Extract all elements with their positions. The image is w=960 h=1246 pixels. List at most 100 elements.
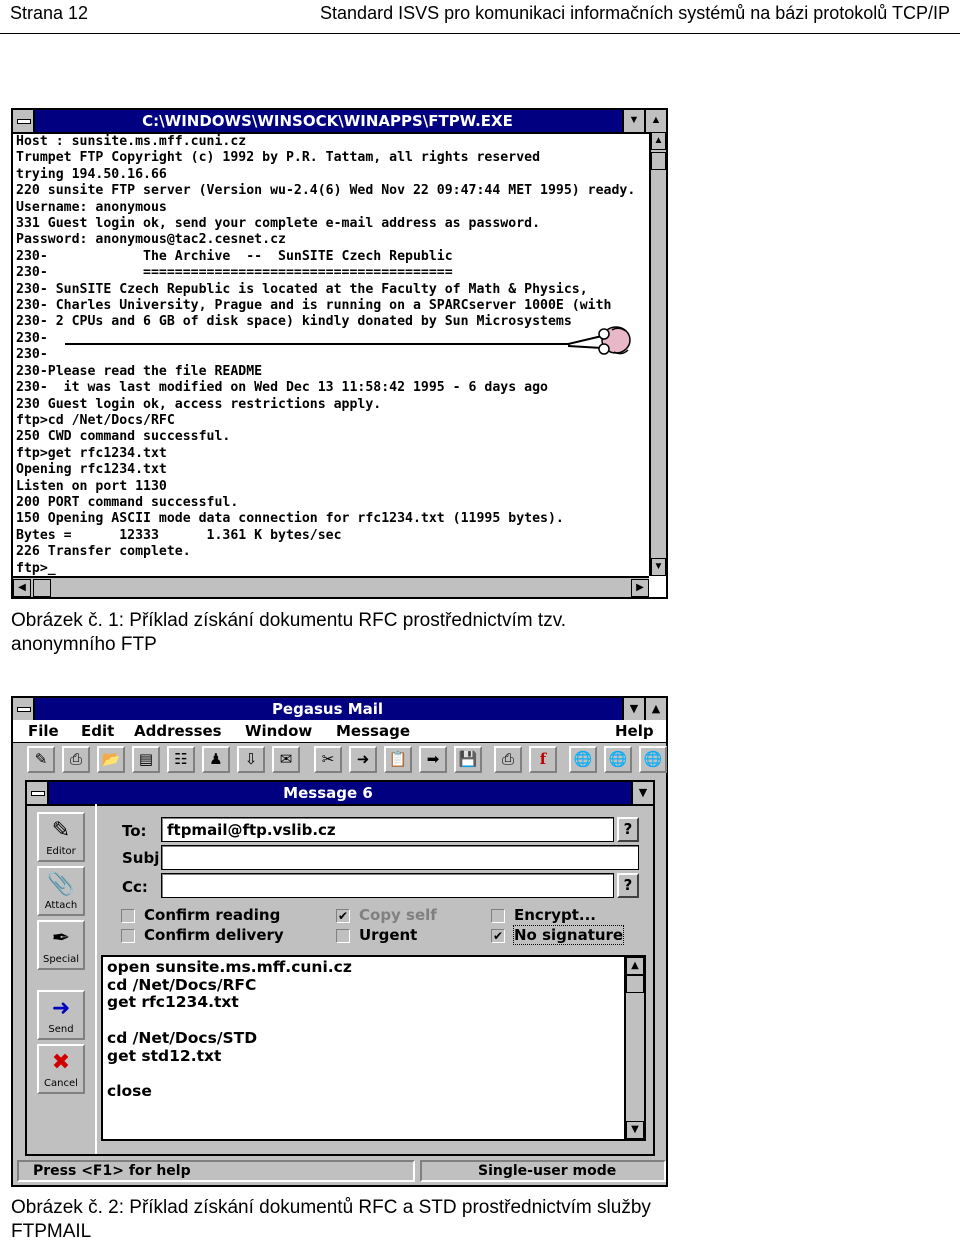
scroll-down-icon[interactable]: ▼	[651, 558, 666, 576]
console-line: 230- Charles University, Prague and is r…	[16, 298, 612, 314]
console-line: 200 PORT command successful.	[16, 494, 239, 510]
cancel-button[interactable]: ✖ Cancel	[37, 1044, 85, 1094]
minimize-button[interactable]: ▼	[622, 110, 644, 132]
console-line: Trumpet FTP Copyright (c) 1992 by P.R. T…	[16, 150, 541, 166]
notepad-icon[interactable]: ☷	[167, 746, 195, 773]
editor-label: Editor	[46, 846, 76, 857]
no-signature-checkbox[interactable]: ✔	[491, 929, 505, 943]
ftp-console-output[interactable]: Host : sunsite.ms.mff.cuni.cz Trumpet FTP…	[16, 134, 648, 578]
system-menu-icon[interactable]	[27, 782, 49, 804]
confirm-reading-checkbox[interactable]	[121, 909, 135, 923]
console-line: 230- it was last modified on Wed Dec 13 …	[16, 380, 548, 396]
to-field[interactable]: ftpmail@ftp.vslib.cz	[161, 817, 614, 842]
save-icon[interactable]: 💾	[454, 746, 482, 773]
menu-addresses[interactable]: Addresses	[134, 722, 222, 740]
page-number: Strana 12	[10, 3, 89, 23]
console-line: 230 Guest login ok, access restrictions …	[16, 396, 382, 412]
message-body-line	[107, 1012, 352, 1030]
scissors-icon	[65, 343, 570, 345]
special-button[interactable]: ✒ Special	[37, 920, 85, 970]
maximize-button[interactable]: ▲	[644, 110, 666, 132]
console-line: 230- The Archive -- SunSITE Czech Republ…	[16, 248, 453, 264]
cc-field[interactable]	[161, 873, 614, 898]
copy-icon[interactable]: ➜	[349, 746, 377, 773]
pegasus-window-title: Pegasus Mail	[271, 700, 384, 718]
maximize-button[interactable]: ▲	[644, 698, 666, 720]
pegasus-title-bar[interactable]: Pegasus Mail ▼ ▲	[13, 698, 666, 722]
network-globe-icon[interactable]: 🌐	[569, 746, 597, 773]
attach-button[interactable]: 📎 Attach	[37, 866, 85, 916]
confirm-delivery-checkbox[interactable]	[121, 929, 135, 943]
hscroll-thumb[interactable]	[33, 579, 51, 597]
cut-icon[interactable]: ✂	[314, 746, 342, 773]
send-button[interactable]: ➜ Send	[37, 990, 85, 1040]
urgent-checkbox[interactable]	[336, 929, 350, 943]
ftp-title-bar[interactable]: C:\WINDOWS\WINSOCK\WINAPPS\FTPW.EXE ▼ ▲	[13, 110, 666, 134]
address-book-icon[interactable]: ▤	[132, 746, 160, 773]
get-mail-icon[interactable]: ⇩	[237, 746, 265, 773]
console-line: 230-	[16, 347, 48, 363]
message-body-line: close	[107, 1081, 152, 1100]
console-line: Opening rfc1234.txt	[16, 462, 167, 478]
urgent-label: Urgent	[359, 926, 418, 944]
scroll-right-icon[interactable]: ▶	[631, 579, 649, 597]
scroll-up-icon[interactable]: ▲	[651, 132, 666, 150]
console-line: Username: anonymous	[16, 199, 167, 215]
menu-help[interactable]: Help	[615, 722, 654, 740]
scroll-thumb[interactable]	[651, 152, 666, 170]
send-mail-icon[interactable]: ✉	[272, 746, 300, 773]
scroll-up-icon[interactable]: ▲	[626, 957, 644, 975]
minimize-button[interactable]: ▼	[622, 698, 644, 720]
save-to-icon[interactable]: ➡	[419, 746, 447, 773]
cc-lookup-button[interactable]: ?	[617, 873, 639, 898]
console-line: 230- SunSITE Czech Republic is located a…	[16, 281, 588, 297]
network-globe3-icon[interactable]: 🌐	[639, 746, 667, 773]
message-body-line	[107, 1065, 352, 1083]
menu-edit[interactable]: Edit	[81, 722, 114, 740]
scroll-down-icon[interactable]: ▼	[626, 1121, 644, 1139]
cancel-icon: ✖	[51, 1050, 71, 1075]
console-line: 150 Opening ASCII mode data connection f…	[16, 511, 564, 527]
special-label: Special	[42, 954, 80, 965]
console-line: 331 Guest login ok, send your complete e…	[16, 216, 541, 232]
scroll-thumb[interactable]	[626, 975, 644, 993]
menu-message[interactable]: Message	[336, 722, 410, 740]
message-window-title: Message 6	[283, 784, 373, 802]
to-lookup-button[interactable]: ?	[617, 817, 639, 842]
console-line: 230- ===================================…	[16, 265, 453, 281]
header-divider	[0, 33, 960, 34]
menu-window[interactable]: Window	[245, 722, 312, 740]
network-globe2-icon[interactable]: 🌐	[604, 746, 632, 773]
scroll-left-icon[interactable]: ◀	[13, 579, 31, 597]
message-body-text: open sunsite.ms.mff.cuni.cz cd /Net/Docs/…	[107, 958, 352, 1101]
message-body-editor[interactable]: open sunsite.ms.mff.cuni.cz cd /Net/Docs/…	[101, 955, 646, 1141]
confirm-delivery-label: Confirm delivery	[144, 926, 284, 944]
console-line: ftp>_	[16, 560, 56, 576]
paste-icon[interactable]: 📋	[384, 746, 412, 773]
printer-setup-icon[interactable]: ⎙	[494, 746, 522, 773]
send-label: Send	[48, 1024, 74, 1035]
print-icon[interactable]: ⎙	[62, 746, 90, 773]
message-body-line: cd /Net/Docs/RFC	[107, 975, 257, 994]
console-line: 250 CWD command successful.	[16, 429, 231, 445]
message-title-bar[interactable]: Message 6 ▼	[27, 782, 653, 806]
font-icon[interactable]: f	[529, 746, 557, 773]
subject-field[interactable]	[161, 845, 639, 870]
ftp-vertical-scrollbar[interactable]: ▲ ▼	[649, 132, 666, 576]
menu-file[interactable]: File	[28, 722, 59, 740]
system-menu-icon[interactable]	[13, 698, 35, 720]
copy-self-checkbox[interactable]: ✔	[336, 909, 350, 923]
body-vertical-scrollbar[interactable]: ▲ ▼	[624, 957, 644, 1139]
status-bar: Press <F1> for help Single-user mode	[17, 1160, 666, 1182]
message-body-line: cd /Net/Docs/STD	[107, 1028, 258, 1047]
open-folder-icon[interactable]: 📂	[97, 746, 125, 773]
minimize-button[interactable]: ▼	[631, 782, 653, 804]
system-menu-icon[interactable]	[13, 110, 35, 132]
no-signature-label: No signature	[512, 925, 625, 945]
editor-button[interactable]: ✎ Editor	[37, 812, 85, 862]
encrypt-checkbox[interactable]	[491, 909, 505, 923]
new-message-icon[interactable]: ✎	[27, 746, 55, 773]
ftp-horizontal-scrollbar[interactable]: ◀ ▶	[13, 576, 649, 597]
users-icon[interactable]: ♟	[202, 746, 230, 773]
send-icon: ➜	[51, 996, 71, 1021]
